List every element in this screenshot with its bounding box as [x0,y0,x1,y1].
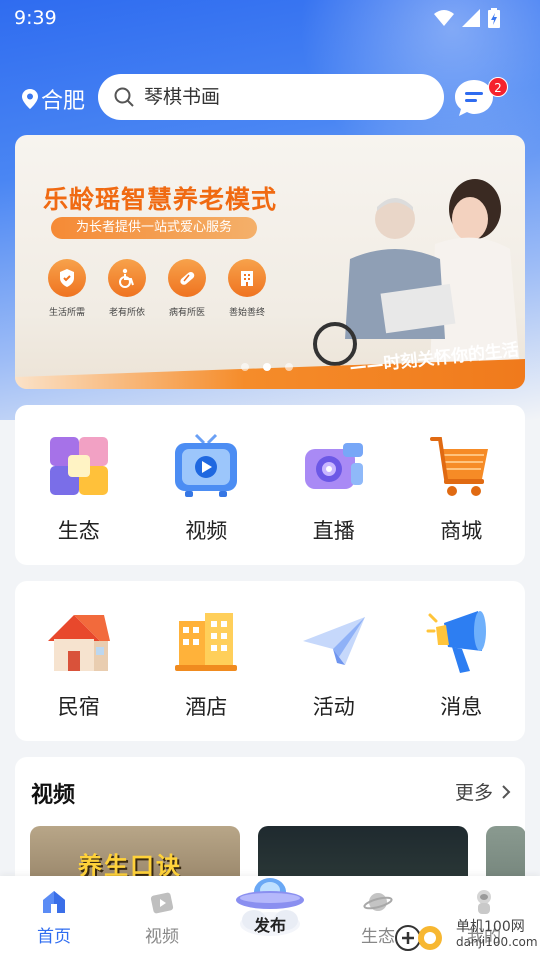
category-label: 活动 [312,695,355,719]
banner-feature-label: 病有所医 [168,308,205,318]
nav-label: 视频 [145,927,179,947]
shield-hand-icon [48,259,86,297]
category-video[interactable]: 视频 [161,431,251,545]
video-icon [150,892,174,914]
planet-icon [363,893,393,911]
banner-feature: 生活所需 [47,259,87,318]
more-link[interactable]: 更多 [455,778,511,805]
search-input[interactable] [144,86,404,108]
watermark-line1: 单机100网 [456,919,525,935]
nav-home[interactable]: 首页 [14,888,94,947]
nav-video[interactable]: 视频 [122,888,202,947]
location-selector[interactable]: 合肥 [22,83,85,115]
banner-carousel[interactable]: 乐龄瑶智慧养老模式 为长者提供一站式爱心服务 生活所需 老有所依 病有所医 善始… [15,135,525,389]
category-card-2: 民宿 酒店 活动 消息 [15,581,525,741]
banner-subtitle: 为长者提供一站式爱心服务 [51,217,257,239]
search-bar[interactable] [98,74,444,120]
category-ecology[interactable]: 生态 [34,431,124,545]
carousel-dot-active[interactable] [263,363,271,371]
house-icon [47,615,110,671]
location-pin-icon [22,89,38,109]
category-label: 直播 [312,519,355,543]
category-label: 民宿 [57,695,100,719]
category-label: 消息 [440,695,483,719]
signal-icon [462,9,480,27]
home-icon [43,891,65,913]
nav-label: 首页 [37,927,71,947]
battery-icon [488,8,500,28]
banner-title: 乐龄瑶智慧养老模式 [43,185,278,214]
hotel-icon [175,613,238,671]
carousel-indicator [241,363,293,371]
megaphone-icon [426,611,487,673]
pill-icon [168,259,206,297]
carousel-dot[interactable] [285,363,293,371]
banner-feature-label: 老有所依 [108,308,145,318]
building-icon [228,259,266,297]
cube-icon [49,437,108,495]
nav-publish[interactable]: 发布 [230,870,310,948]
camera-icon [304,443,363,489]
watermark-line2: danji100.com [456,935,538,949]
category-hotel[interactable]: 酒店 [161,607,251,721]
astronaut-icon [477,890,491,914]
banner-icons: 生活所需 老有所依 病有所医 善始善终 [47,259,267,318]
wifi-icon [434,10,454,26]
wheelchair-icon [108,259,146,297]
category-label: 视频 [185,519,228,543]
category-label: 酒店 [185,695,228,719]
video-section-title: 视频 [31,783,76,808]
shopping-cart-icon [430,437,489,496]
category-label: 商城 [440,519,483,543]
watermark-text-block: 单机100网 danji100.com [456,920,538,950]
category-mall[interactable]: 商城 [416,431,506,545]
status-time: 9:39 [14,7,57,29]
banner-feature-label: 善始善终 [228,308,265,318]
status-icons [434,8,500,28]
search-icon [114,87,134,107]
paper-plane-icon [302,617,365,665]
nav-label: 生态 [361,927,395,947]
watermark-logo-icon [395,925,442,951]
banner-photo [313,179,520,369]
location-label: 合肥 [41,89,86,114]
banner-feature: 病有所医 [167,259,207,318]
banner-feature-label: 生活所需 [48,308,85,318]
category-label: 生态 [57,519,100,543]
category-activity[interactable]: 活动 [289,607,379,721]
watermark: 单机100网 danji100.com [392,918,538,952]
carousel-dot[interactable] [241,363,249,371]
tv-icon [175,433,238,497]
chevron-right-icon [502,784,511,799]
category-message[interactable]: 消息 [416,607,506,721]
header: 合肥 [0,74,540,120]
banner-feature: 善始善终 [227,259,267,318]
category-card-1: 生态 视频 直播 商城 [15,405,525,565]
nav-publish-label: 发布 [253,916,286,935]
more-label: 更多 [454,782,493,804]
banner-feature: 老有所依 [107,259,147,318]
message-badge: 2 [488,77,508,97]
category-live[interactable]: 直播 [289,431,379,545]
status-bar: 9:39 [0,0,540,36]
category-homestay[interactable]: 民宿 [34,607,124,721]
